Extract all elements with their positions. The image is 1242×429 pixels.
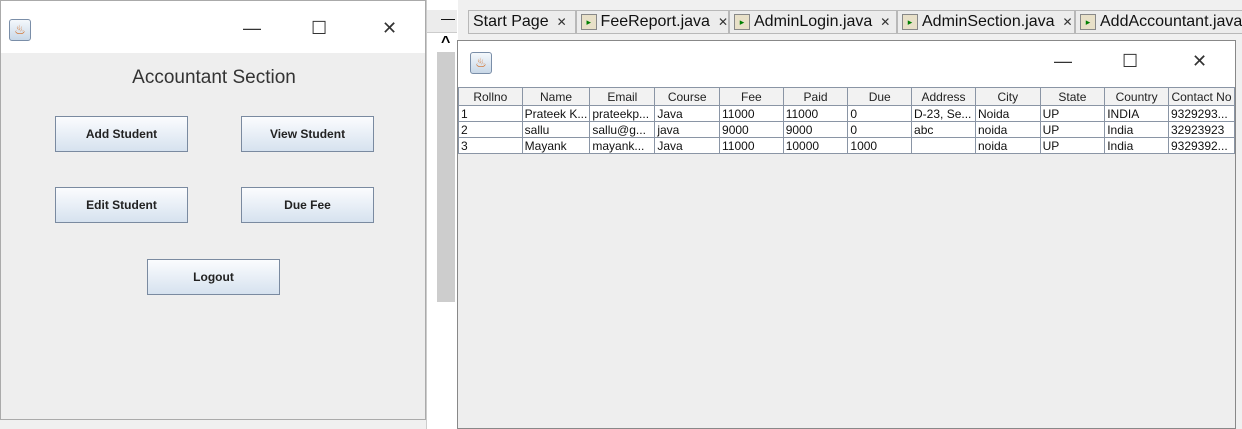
- table-cell[interactable]: India: [1104, 121, 1169, 138]
- tab-label: Start Page: [473, 13, 549, 30]
- table-cell[interactable]: Noida: [974, 105, 1041, 122]
- table-cell[interactable]: Mayank: [521, 137, 591, 154]
- table-cell[interactable]: prateekp...: [589, 105, 656, 122]
- column-header[interactable]: Course: [654, 87, 721, 106]
- add-student-button[interactable]: Add Student: [55, 116, 188, 152]
- table-cell[interactable]: abc: [911, 121, 976, 138]
- table-cell[interactable]: 11000: [719, 137, 784, 154]
- table-cell[interactable]: 10000: [782, 137, 849, 154]
- column-header[interactable]: Address: [911, 87, 976, 106]
- table-cell[interactable]: mayank...: [589, 137, 656, 154]
- table-cell[interactable]: 1000: [847, 137, 913, 154]
- close-button[interactable]: ✕: [382, 18, 397, 39]
- table-cell[interactable]: 9000: [719, 121, 784, 138]
- table-cell[interactable]: noida: [974, 121, 1041, 138]
- column-header[interactable]: Rollno: [458, 87, 523, 106]
- java-icon: ♨: [470, 52, 492, 74]
- view-student-button[interactable]: View Student: [241, 116, 374, 152]
- column-header[interactable]: Name: [521, 87, 591, 106]
- column-header[interactable]: Email: [589, 87, 656, 106]
- table-cell[interactable]: [911, 137, 976, 154]
- table-cell[interactable]: sallu@g...: [589, 121, 656, 138]
- table-cell[interactable]: 1: [458, 105, 523, 122]
- edit-student-button[interactable]: Edit Student: [55, 187, 188, 223]
- close-icon[interactable]: ✕: [880, 15, 890, 29]
- table-cell[interactable]: 9000: [782, 121, 849, 138]
- close-icon[interactable]: ✕: [557, 15, 567, 29]
- minimize-panel-button[interactable]: —: [441, 10, 455, 26]
- tab-label: AdminLogin.java: [754, 13, 873, 30]
- column-header[interactable]: Country: [1104, 87, 1169, 106]
- table-cell[interactable]: 9329392...: [1167, 137, 1236, 154]
- tab-adminlogin[interactable]: ▸ AdminLogin.java ✕: [729, 10, 897, 34]
- scrollbar-thumb[interactable]: [437, 52, 455, 302]
- table-row[interactable]: 3 Mayank mayank... Java 11000 10000 1000 noida U…: [458, 137, 1236, 154]
- minimize-button[interactable]: —: [243, 18, 261, 39]
- close-icon[interactable]: ✕: [1063, 15, 1073, 29]
- table-cell[interactable]: Prateek K...: [521, 105, 591, 122]
- maximize-button[interactable]: ☐: [311, 18, 327, 39]
- java-file-icon: ▸: [734, 14, 750, 30]
- ide-side-panel: — ^: [426, 0, 458, 429]
- students-table: Rollno Name Email Course Fee Paid Due Address Ci…: [458, 87, 1236, 154]
- table-cell[interactable]: UP: [1039, 105, 1106, 122]
- table-cell[interactable]: sallu: [521, 121, 591, 138]
- tab-label: AdminSection.java: [922, 13, 1055, 30]
- table-cell[interactable]: UP: [1039, 137, 1106, 154]
- tab-start-page[interactable]: Start Page ✕: [468, 10, 576, 34]
- table-cell[interactable]: 9329293...: [1167, 105, 1236, 122]
- page-title: Accountant Section: [132, 67, 296, 88]
- close-icon[interactable]: ✕: [718, 15, 728, 29]
- minimize-button[interactable]: —: [1054, 51, 1072, 72]
- table-cell[interactable]: 0: [847, 121, 913, 138]
- table-cell[interactable]: noida: [974, 137, 1041, 154]
- java-file-icon: ▸: [902, 14, 918, 30]
- column-header[interactable]: Contact No: [1167, 87, 1236, 106]
- tab-adminsection[interactable]: ▸ AdminSection.java ✕: [897, 10, 1075, 34]
- maximize-button[interactable]: ☐: [1122, 51, 1138, 72]
- table-row[interactable]: 2 sallu sallu@g... java 9000 9000 0 abc noida UP I…: [458, 121, 1236, 138]
- table-cell[interactable]: INDIA: [1104, 105, 1169, 122]
- tab-label: AddAccountant.java: [1100, 13, 1242, 30]
- title-bar: ♨ — ☐ ✕: [1, 1, 425, 53]
- column-header[interactable]: City: [974, 87, 1041, 106]
- panel-header: —: [427, 10, 457, 33]
- table-cell[interactable]: Java: [654, 137, 721, 154]
- title-bar: ♨ — ☐ ✕: [458, 41, 1235, 87]
- table-cell[interactable]: India: [1104, 137, 1169, 154]
- column-header[interactable]: State: [1039, 87, 1106, 106]
- table-row[interactable]: 1 Prateek K... prateekp... Java 11000 11000 0 D…: [458, 105, 1236, 122]
- table-cell[interactable]: 11000: [782, 105, 849, 122]
- column-header[interactable]: Due: [847, 87, 913, 106]
- tab-feereport[interactable]: ▸ FeeReport.java ✕: [576, 10, 729, 34]
- table-cell[interactable]: java: [654, 121, 721, 138]
- due-fee-button[interactable]: Due Fee: [241, 187, 374, 223]
- tab-label: FeeReport.java: [600, 13, 710, 30]
- close-button[interactable]: ✕: [1192, 51, 1207, 72]
- java-icon: ♨: [9, 19, 31, 41]
- tab-addaccountant[interactable]: ▸ AddAccountant.java: [1075, 10, 1242, 34]
- table-cell[interactable]: 2: [458, 121, 523, 138]
- scroll-up-arrow[interactable]: ^: [441, 34, 450, 52]
- column-header[interactable]: Fee: [719, 87, 784, 106]
- table-cell[interactable]: 11000: [719, 105, 784, 122]
- table-cell[interactable]: Java: [654, 105, 721, 122]
- java-file-icon: ▸: [581, 14, 597, 30]
- table-cell[interactable]: 3: [458, 137, 523, 154]
- view-student-window: ♨ — ☐ ✕ Rollno Name Email Course Fee Paid Due A…: [457, 40, 1236, 429]
- table-cell[interactable]: D-23, Se...: [911, 105, 976, 122]
- column-header[interactable]: Paid: [782, 87, 849, 106]
- table-cell[interactable]: 32923923: [1167, 121, 1236, 138]
- logout-button[interactable]: Logout: [147, 259, 280, 295]
- java-file-icon: ▸: [1080, 14, 1096, 30]
- accountant-section-window: ♨ — ☐ ✕ Accountant Section Add Student V…: [0, 0, 426, 420]
- table-cell[interactable]: 0: [847, 105, 913, 122]
- table-cell[interactable]: UP: [1039, 121, 1106, 138]
